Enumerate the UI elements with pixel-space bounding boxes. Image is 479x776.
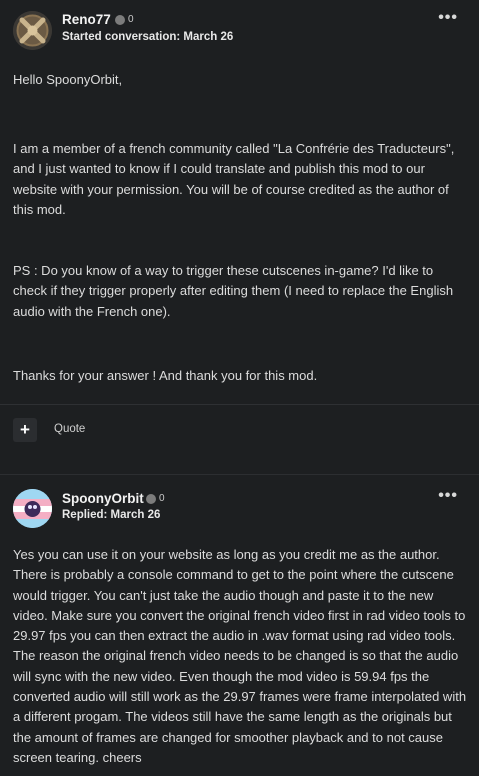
post-meta: Replied: March 26: [62, 509, 161, 521]
add-icon[interactable]: +: [13, 418, 37, 442]
message-paragraph: Yes you can use it on your website as lo…: [13, 545, 468, 768]
paragraph-text: I am a member of a french community call…: [13, 141, 455, 217]
avatar-image: [13, 489, 52, 528]
paragraph-text: Thanks for your answer ! And thank you f…: [13, 368, 318, 383]
post-meta: Started conversation: March 26: [62, 31, 234, 43]
quote-button[interactable]: Quote: [54, 423, 85, 435]
message-post-1: [0, 0, 479, 459]
more-options-icon[interactable]: •••: [438, 487, 458, 505]
reputation-badge: 0: [115, 14, 134, 25]
paragraph-text: Hello SpoonyOrbit,: [13, 72, 123, 87]
post-divider: [0, 404, 479, 405]
avatar-reno77[interactable]: [13, 11, 52, 50]
reputation-dot-icon: [115, 14, 125, 25]
message-paragraph: I am a member of a french community call…: [13, 139, 465, 220]
avatar-spoonyorbit[interactable]: [13, 489, 52, 528]
reputation-dot-icon: [146, 493, 156, 504]
message-paragraph: PS : Do you know of a way to trigger the…: [13, 261, 465, 322]
reputation-count: 0: [159, 493, 165, 504]
avatar-image: [13, 11, 52, 50]
paragraph-text: PS : Do you know of a way to trigger the…: [13, 263, 454, 319]
author-name[interactable]: SpoonyOrbit: [62, 491, 144, 506]
author-name[interactable]: Reno77: [62, 12, 111, 27]
message-paragraph: Hello SpoonyOrbit,: [13, 70, 465, 90]
reputation-badge: 0: [146, 493, 165, 504]
more-options-icon[interactable]: •••: [438, 9, 458, 27]
reputation-count: 0: [128, 14, 134, 25]
message-paragraph: Thanks for your answer ! And thank you f…: [13, 366, 465, 386]
paragraph-text: Yes you can use it on your website as lo…: [13, 547, 467, 765]
